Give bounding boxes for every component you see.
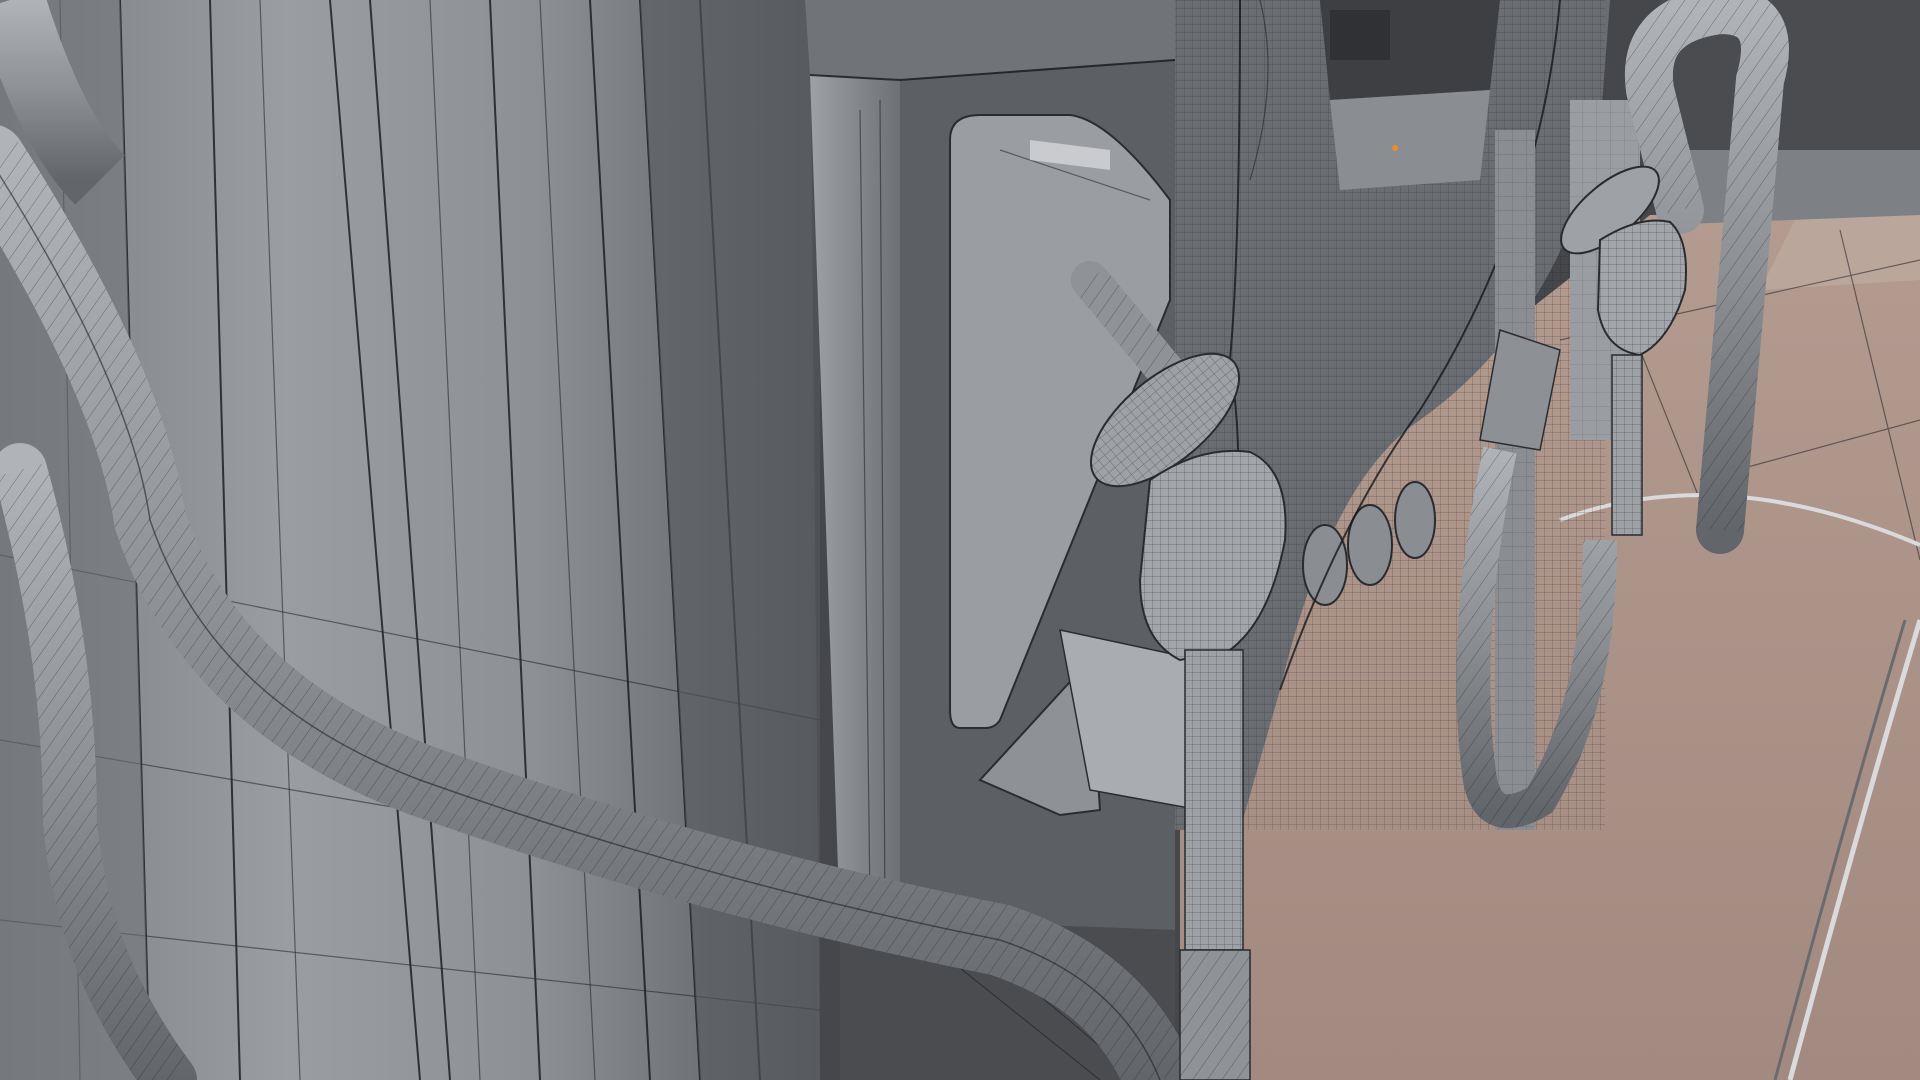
- indicator-light: [1392, 145, 1398, 151]
- 3d-viewport[interactable]: [0, 0, 1920, 1080]
- render-canvas: [0, 0, 1920, 1080]
